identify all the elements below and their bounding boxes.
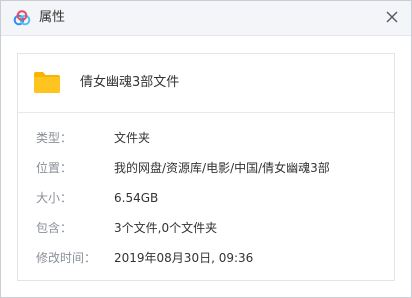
property-row-modified: 修改时间： 2019年08月30日, 09:36	[18, 248, 394, 268]
properties-dialog: 属性 倩女幽魂3部文件 类型： 文件夹 位置： 我的网盘/资源库/电影/中国/倩…	[0, 0, 412, 298]
property-row-type: 类型： 文件夹	[18, 128, 394, 148]
property-row-location: 位置： 我的网盘/资源库/电影/中国/倩女幽魂3部	[18, 158, 394, 178]
property-value: 文件夹	[114, 131, 151, 145]
property-row-size: 大小： 6.54GB	[18, 188, 394, 208]
property-row-contains: 包含： 3个文件,0个文件夹	[18, 218, 394, 238]
property-label: 类型：	[36, 131, 73, 145]
property-value: 我的网盘/资源库/电影/中国/倩女幽魂3部	[114, 161, 330, 175]
property-label: 修改时间：	[36, 251, 97, 265]
property-label: 包含：	[36, 221, 73, 235]
close-icon[interactable]	[383, 8, 401, 26]
title-bar[interactable]: 属性	[1, 1, 411, 36]
baidu-netdisk-cloud-icon	[13, 10, 31, 26]
property-value: 6.54GB	[114, 191, 159, 205]
dialog-title: 属性	[39, 10, 66, 25]
file-header: 倩女幽魂3部文件	[18, 54, 394, 113]
property-value: 3个文件,0个文件夹	[114, 221, 218, 235]
folder-icon	[33, 70, 61, 94]
file-name: 倩女幽魂3部文件	[80, 75, 180, 90]
property-value: 2019年08月30日, 09:36	[114, 251, 254, 265]
property-label: 大小：	[36, 191, 73, 205]
property-label: 位置：	[36, 161, 73, 175]
properties-card: 倩女幽魂3部文件 类型： 文件夹 位置： 我的网盘/资源库/电影/中国/倩女幽魂…	[17, 53, 395, 281]
